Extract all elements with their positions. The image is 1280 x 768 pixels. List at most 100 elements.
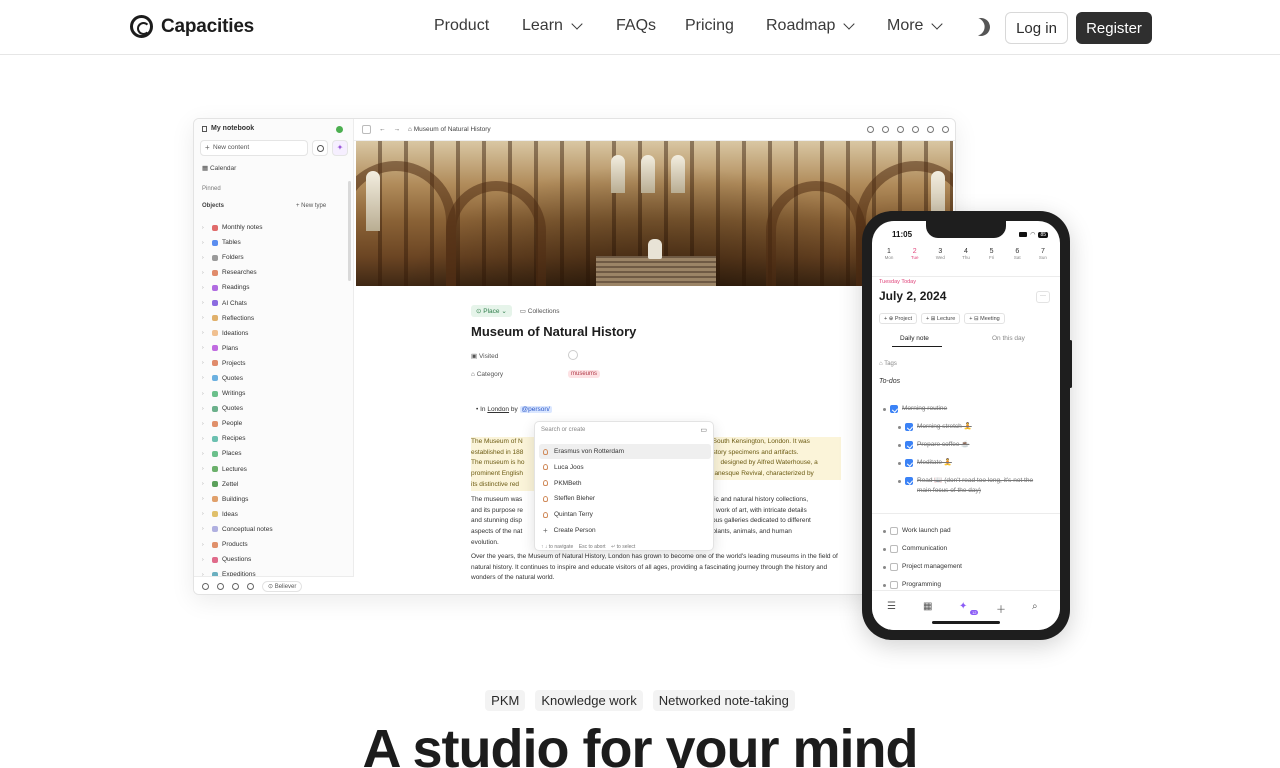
person-option: Erasmus von Rotterdam: [539, 444, 711, 459]
checked-checkbox-icon: [905, 441, 913, 449]
phone-screen: 11:05 ◠ 85 1 Mon 2 Tue 3 Wed 4 Thu 5 Fri 6 Sat 7 Sun …: [872, 221, 1060, 630]
nav-faqs[interactable]: FAQs: [616, 17, 656, 35]
week-day: 4 Thu: [955, 248, 977, 260]
bullet: [883, 566, 886, 569]
week-day: 6 Sat: [1006, 248, 1028, 260]
sidebar-object-type: › Quotes: [202, 401, 347, 416]
chevron-right-icon: ›: [202, 345, 204, 352]
checked-checkbox-icon: [905, 459, 913, 467]
object-type-label: Folders: [222, 254, 244, 262]
person-option-label: Erasmus von Rotterdam: [554, 448, 625, 455]
todo-item-done: Morning stretch 🧘: [898, 422, 1040, 432]
object-type-label: Buildings: [222, 495, 249, 503]
day-name: Wed: [935, 255, 945, 260]
todo-text: Morning routine: [902, 405, 948, 412]
empty-checkbox-icon: [890, 527, 898, 535]
person-option-label: PKMBeth: [554, 479, 582, 487]
object-type-label: Products: [222, 541, 248, 549]
object-type-label: Reflections: [222, 314, 255, 322]
objects-heading: Objects: [202, 203, 225, 209]
object-type-label: Monthly notes: [222, 224, 263, 232]
nav-learn[interactable]: Learn: [522, 17, 583, 35]
nav-pricing[interactable]: Pricing: [685, 17, 734, 35]
object-type-icon: [212, 541, 218, 548]
template-chip: + ⊕ Project: [879, 313, 918, 324]
bullet: [883, 584, 886, 587]
calendar-icon: ▦: [923, 601, 933, 612]
signal-icon: [1019, 232, 1028, 237]
object-type-icon: [212, 315, 218, 322]
chevron-right-icon: ›: [202, 420, 204, 427]
dark-mode-toggle-icon[interactable]: [969, 15, 992, 38]
create-person-label: Create Person: [553, 527, 596, 534]
para-text: The Museum of N: [471, 438, 523, 445]
register-button[interactable]: Register: [1076, 12, 1152, 44]
chevron-right-icon: ›: [202, 511, 204, 518]
sidebar-calendar: ▦ Calendar: [202, 165, 237, 172]
login-button[interactable]: Log in: [1005, 12, 1068, 44]
sidebar-object-type: › Monthly notes: [202, 220, 347, 235]
app-screenshot: My notebook New content ✦ ▦ Calendar Pin…: [193, 118, 956, 595]
property-visited: ▣ Visited: [471, 353, 499, 360]
chevron-right-icon: ›: [202, 526, 204, 533]
para-text: The museum is ho: [471, 459, 525, 467]
sidebar-object-type: › Researches: [202, 265, 347, 280]
para-text: and its purpose re: [471, 506, 524, 514]
popup-search-field: Search or create: [541, 427, 586, 433]
nav-roadmap[interactable]: Roadmap: [766, 17, 856, 35]
nav-product[interactable]: Product: [434, 17, 489, 35]
object-type-label: Readings: [222, 284, 250, 292]
day-number: 5: [989, 248, 994, 255]
object-type-icon: [212, 269, 218, 276]
arch-mid-right: [766, 181, 866, 286]
person-icon: [543, 448, 548, 455]
template-chips: + ⊕ Project + ⊞ Lecture + ⊟ Meeting: [879, 313, 1005, 324]
object-type-label: Conceptual notes: [222, 525, 273, 533]
brand-logo[interactable]: Capacities: [130, 15, 254, 38]
template-chip-label: Project: [894, 315, 913, 322]
ai-sparkle-icon: ✦: [959, 601, 968, 612]
top-navbar: Capacities Product Learn FAQs Pricing Ro…: [0, 0, 1280, 55]
bullet-by: by: [510, 406, 518, 413]
plus-icon: ＋: [996, 605, 1006, 616]
day-name: Fri: [989, 255, 995, 260]
sidebar-object-type: › Products: [202, 537, 347, 552]
para-text: prominent English: [471, 470, 524, 478]
person-option: Luca Joos: [539, 460, 711, 475]
chevron-right-icon: ›: [202, 405, 204, 412]
week-day: 3 Wed: [929, 248, 951, 260]
nav-product-label: Product: [434, 17, 490, 34]
home-indicator: [932, 621, 1000, 624]
para-text: The museum was: [471, 496, 523, 503]
object-type-label: Ideations: [222, 329, 249, 337]
chevron-down-icon: [843, 17, 856, 30]
more-icon: [942, 126, 949, 133]
phone-side-button: [1069, 340, 1072, 388]
back-arrow-icon: ←: [379, 126, 386, 133]
para-text: ous galleries dedicated to different: [711, 517, 811, 525]
nav-more[interactable]: More: [887, 17, 944, 35]
todo-item-open: Communication: [883, 544, 947, 554]
believer-label: Believer: [274, 584, 297, 590]
chevron-right-icon: ›: [202, 224, 204, 231]
sidebar-object-type: › Questions: [202, 552, 347, 567]
sidebar-object-type: › AI Chats: [202, 295, 347, 310]
chevron-right-icon: ›: [202, 466, 204, 473]
person-mention: @person/: [519, 406, 552, 413]
brand-name: Capacities: [161, 15, 255, 37]
history-icon: [882, 126, 889, 133]
app-sidebar: My notebook New content ✦ ▦ Calendar Pin…: [194, 119, 354, 594]
new-type-label: New type: [301, 203, 327, 209]
window: [671, 155, 685, 193]
todo-item-done: Prepare coffee ☕: [898, 440, 1040, 450]
sidebar-object-type: › Places: [202, 446, 347, 461]
todo-item-done: Meditate 🧘: [898, 458, 1040, 468]
person-icon: [543, 464, 548, 471]
notebook-name: My notebook: [211, 125, 255, 132]
object-type-icon: [212, 224, 218, 231]
collections-link: ▭ Collections: [519, 308, 560, 315]
template-chip: + ⊟ Meeting: [964, 313, 1005, 324]
topic-tags: PKM Knowledge work Networked note-taking: [0, 690, 1280, 711]
topbar-actions: [867, 126, 949, 133]
sidebar-object-type: › People: [202, 416, 347, 431]
